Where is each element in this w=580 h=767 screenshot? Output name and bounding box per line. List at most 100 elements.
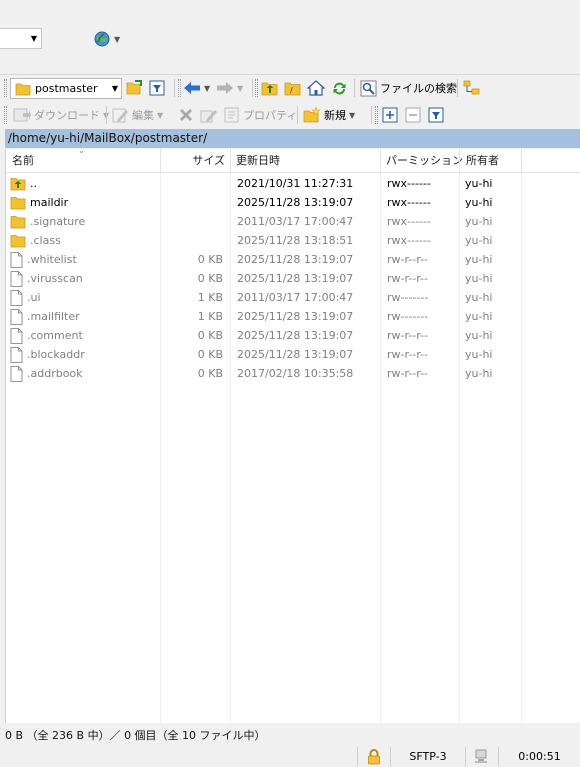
toolbar-grip[interactable] <box>375 106 378 124</box>
file-row[interactable]: .signature 2011/03/17 17:00:47 rwx------ yu… <box>6 212 580 231</box>
properties-label: プロパティ <box>243 109 298 122</box>
delete-icon <box>180 109 192 121</box>
toolbar-grip[interactable] <box>4 79 7 97</box>
network-status[interactable] <box>465 747 498 766</box>
file-modified: 2025/11/28 13:19:07 <box>237 329 354 342</box>
parent-folder-icon <box>10 177 26 191</box>
file-modified: 2025/11/28 13:19:07 <box>237 272 354 285</box>
file-permissions: rw-r--r-- <box>387 348 429 361</box>
tree-icon <box>463 80 480 95</box>
file-name: .blockaddr <box>27 348 85 361</box>
toolbar-grip[interactable] <box>4 106 7 124</box>
rename-button[interactable] <box>200 105 218 125</box>
toolbar-separator <box>174 79 175 97</box>
file-name-cell: .blockaddr <box>10 345 85 364</box>
file-row[interactable]: maildir 2025/11/28 13:19:07 rwx------ yu-hi <box>6 193 580 212</box>
open-directory-button[interactable] <box>126 78 143 98</box>
file-permissions: rw-r--r-- <box>387 367 429 380</box>
file-permissions: rw------- <box>387 310 429 323</box>
open-folder-icon <box>126 80 142 95</box>
toolbar-grip[interactable] <box>178 79 181 97</box>
new-session-button[interactable]: ▼ <box>93 28 127 50</box>
toolbar-divider <box>0 74 580 75</box>
file-filter-button[interactable] <box>428 105 444 125</box>
edit-button[interactable]: 編集 ▼ <box>112 105 163 125</box>
refresh-button[interactable] <box>331 78 348 98</box>
current-path-bar[interactable]: /home/yu-hi/MailBox/postmaster/ <box>5 129 580 148</box>
filter-button[interactable] <box>149 78 165 98</box>
encryption-status[interactable] <box>357 747 390 766</box>
file-icon <box>10 365 23 382</box>
download-icon <box>13 108 31 122</box>
column-resize-handle[interactable] <box>521 149 522 173</box>
find-files-button[interactable]: ファイルの検索 <box>360 78 457 98</box>
file-row[interactable]: .virusscan 0 KB 2025/11/28 13:19:07 rw-r--r… <box>6 269 580 288</box>
chevron-down-icon: ▼ <box>157 110 164 120</box>
home-icon <box>307 80 325 96</box>
remote-file-list[interactable]: 名前 ⌄ サイズ 更新日時 パーミッション 所有者 .. 2021/10/31 1… <box>5 149 580 723</box>
file-modified: 2025/11/28 13:19:07 <box>237 310 354 323</box>
rename-icon <box>200 110 217 123</box>
column-resize-handle[interactable] <box>380 149 381 173</box>
forward-button[interactable]: ▼ <box>216 78 243 98</box>
location-combo[interactable]: postmaster ▼ <box>10 78 122 99</box>
file-row[interactable]: .whitelist 0 KB 2025/11/28 13:19:07 rw-r--r… <box>6 250 580 269</box>
arrow-left-icon <box>184 82 200 94</box>
file-row[interactable]: .class 2025/11/28 13:18:51 rwx------ yu-hi <box>6 231 580 250</box>
file-name-cell: .class <box>10 231 61 250</box>
new-button[interactable]: 新規 ▼ <box>303 105 355 125</box>
parent-folder-icon <box>261 82 278 95</box>
select-files-button[interactable] <box>382 105 398 125</box>
chevron-down-icon: ▼ <box>111 84 118 93</box>
file-name-cell: .ui <box>10 288 41 307</box>
file-owner: yu-hi <box>465 234 493 247</box>
toolbar-grip[interactable] <box>255 79 258 97</box>
file-icon <box>10 327 23 344</box>
file-name-cell: .. <box>10 174 37 193</box>
delete-button[interactable] <box>178 105 194 125</box>
file-size: 0 KB <box>197 253 223 266</box>
file-name-cell: .mailfilter <box>10 307 80 326</box>
chevron-down-icon: ▼ <box>204 83 211 93</box>
root-directory-button[interactable]: / <box>284 78 301 98</box>
column-header-size[interactable]: サイズ <box>161 149 225 173</box>
file-permissions: rwx------ <box>387 177 431 190</box>
filter-icon <box>428 107 444 123</box>
column-header-modified[interactable]: 更新日時 <box>236 149 280 173</box>
protocol-status[interactable]: SFTP-3 <box>390 747 465 766</box>
file-row[interactable]: .addrbook 0 KB 2017/02/18 10:35:58 rw-r--r-… <box>6 364 580 383</box>
file-row[interactable]: .blockaddr 0 KB 2025/11/28 13:19:07 rw-r--r… <box>6 345 580 364</box>
file-row[interactable]: .mailfilter 1 KB 2025/11/28 13:19:07 rw----… <box>6 307 580 326</box>
file-size: 1 KB <box>197 291 223 304</box>
lock-icon <box>368 748 380 764</box>
column-header-owner[interactable]: 所有者 <box>466 149 499 173</box>
home-directory-button[interactable] <box>307 78 325 98</box>
file-name: .whitelist <box>27 253 77 266</box>
session-combo[interactable]: ▼ <box>0 28 42 49</box>
computer-icon <box>475 749 487 763</box>
tree-toggle-button[interactable] <box>463 78 480 98</box>
folder-icon <box>10 215 26 229</box>
file-modified: 2025/11/28 13:19:07 <box>237 253 354 266</box>
column-resize-handle[interactable] <box>459 149 460 173</box>
file-name: .signature <box>30 215 86 228</box>
file-row[interactable]: .comment 0 KB 2025/11/28 13:19:07 rw-r--r--… <box>6 326 580 345</box>
session-toolbar: ▼ ▼ <box>0 0 580 74</box>
file-name-cell: .signature <box>10 212 85 231</box>
file-name-cell: .comment <box>10 326 83 345</box>
column-header-permissions[interactable]: パーミッション <box>386 149 463 173</box>
parent-directory-button[interactable] <box>261 78 278 98</box>
column-resize-handle[interactable] <box>230 149 231 173</box>
properties-button[interactable]: プロパティ <box>224 105 297 125</box>
file-owner: yu-hi <box>465 310 493 323</box>
column-header-name[interactable]: 名前 <box>12 149 34 173</box>
location-value: postmaster <box>35 82 98 95</box>
download-button[interactable]: ダウンロード ▼ <box>13 105 109 125</box>
file-row[interactable]: .ui 1 KB 2011/03/17 17:00:47 rw------- yu-hi <box>6 288 580 307</box>
unselect-files-button[interactable] <box>405 105 421 125</box>
file-name: .addrbook <box>27 367 83 380</box>
file-owner: yu-hi <box>465 253 493 266</box>
back-button[interactable]: ▼ <box>183 78 210 98</box>
file-row[interactable]: .. 2021/10/31 11:27:31 rwx------ yu-hi <box>6 174 580 193</box>
file-size: 0 KB <box>197 272 223 285</box>
